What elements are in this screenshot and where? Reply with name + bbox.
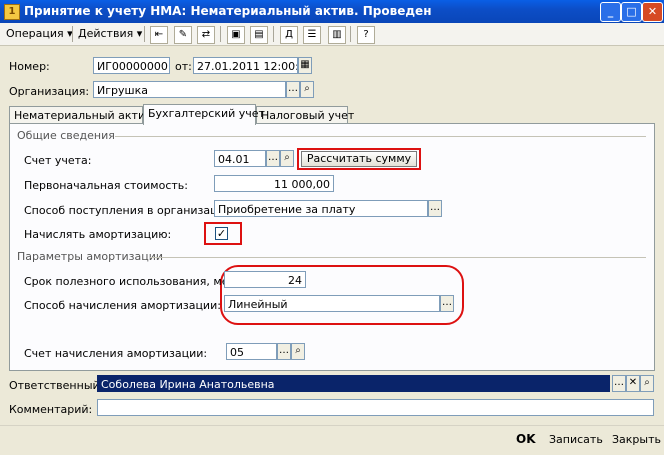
number-label: Номер: [9, 60, 50, 73]
useful-life-label: Срок полезного использования, мес.: [24, 275, 242, 288]
checkmark-icon: ✓ [216, 227, 227, 240]
close-button[interactable]: ✕ [642, 2, 663, 22]
number-field[interactable]: ИГ000000001 [93, 57, 170, 74]
receipt-method-field[interactable]: Приобретение за плату [214, 200, 428, 217]
table-icon[interactable]: ▥ [328, 26, 346, 44]
save-button[interactable]: Записать [549, 433, 603, 446]
open-magnifier-icon[interactable]: ⌕ [280, 150, 294, 167]
select-ellipsis-icon[interactable]: … [440, 295, 454, 312]
toolbar-separator [144, 26, 145, 42]
section-divider [150, 257, 646, 258]
org-field[interactable]: Игрушка [93, 81, 286, 98]
actions-menu[interactable]: Действия ▾ [78, 26, 142, 42]
debit-credit-icon[interactable]: Д [280, 26, 298, 44]
actions-menu-label: Действия [78, 27, 134, 40]
tab-tax[interactable]: Налоговый учет [256, 106, 354, 124]
toolbar: Операция ▾ Действия ▾ ⇤ ✎ ⇄ ▣ ▤ Д ☰ ▥ ? [0, 23, 664, 46]
toolbar-separator [273, 26, 274, 42]
open-magnifier-icon[interactable]: ⌕ [640, 375, 654, 392]
toolbar-separator [72, 26, 73, 42]
depreciation-method-field[interactable]: Линейный [224, 295, 440, 312]
tab-intangible-asset[interactable]: Нематериальный актив [9, 106, 152, 124]
document-icon[interactable]: ☰ [303, 26, 321, 44]
calculate-sum-button[interactable]: Рассчитать сумму [301, 151, 417, 167]
general-section-title: Общие сведения [17, 129, 115, 142]
minimize-button[interactable]: _ [600, 2, 621, 22]
useful-life-field[interactable]: 24 [224, 271, 306, 288]
select-ellipsis-icon[interactable]: … [277, 343, 291, 360]
post-icon[interactable]: ▣ [227, 26, 245, 44]
select-ellipsis-icon[interactable]: … [612, 375, 626, 392]
account-label: Счет учета: [24, 154, 92, 167]
maximize-button[interactable]: □ [621, 2, 642, 22]
initial-cost-label: Первоначальная стоимость: [24, 179, 188, 192]
dropdown-arrow-icon: ▾ [136, 27, 143, 40]
date-field[interactable]: 27.01.2011 12:00:01 [193, 57, 298, 74]
ok-button[interactable]: OK [516, 432, 536, 446]
edit-icon[interactable]: ✎ [174, 26, 192, 44]
amortization-section-title: Параметры амортизации [17, 250, 164, 263]
amortization-account-label: Счет начисления амортизации: [24, 347, 208, 360]
operation-menu[interactable]: Операция ▾ [6, 26, 73, 42]
comment-label: Комментарий: [9, 403, 93, 416]
close-form-button[interactable]: Закрыть [612, 433, 661, 446]
operation-menu-label: Операция [6, 27, 64, 40]
tab-accounting[interactable]: Бухгалтерский учет [143, 104, 265, 125]
select-ellipsis-icon[interactable]: … [286, 81, 300, 98]
app-icon: 1 [4, 4, 20, 20]
account-field[interactable]: 04.01 [214, 150, 266, 167]
calendar-icon[interactable]: ▦ [298, 57, 312, 74]
section-divider [115, 136, 646, 137]
back-arrow-icon[interactable]: ⇤ [150, 26, 168, 44]
select-ellipsis-icon[interactable]: … [266, 150, 280, 167]
select-ellipsis-icon[interactable]: … [428, 200, 442, 217]
open-magnifier-icon[interactable]: ⌕ [291, 343, 305, 360]
title-bar: 1 Принятие к учету НМА: Нематериальный а… [0, 0, 664, 23]
swap-icon[interactable]: ⇄ [197, 26, 215, 44]
date-label: от: [175, 60, 192, 73]
receipt-method-label: Способ поступления в организацию: [24, 204, 238, 217]
amortization-account-field[interactable]: 05 [226, 343, 277, 360]
initial-cost-field[interactable]: 11 000,00 [214, 175, 334, 192]
depreciate-label: Начислять амортизацию: [24, 228, 172, 241]
depreciation-method-label: Способ начисления амортизации: [24, 299, 221, 312]
org-label: Организация: [9, 85, 90, 98]
toolbar-separator [220, 26, 221, 42]
comment-field[interactable] [97, 399, 654, 416]
depreciate-checkbox[interactable]: ✓ [215, 227, 228, 240]
bottom-bar: OK Записать Закрыть [0, 425, 664, 455]
window-title: Принятие к учету НМА: Нематериальный акт… [24, 4, 432, 18]
open-magnifier-icon[interactable]: ⌕ [300, 81, 314, 98]
unpost-icon[interactable]: ▤ [250, 26, 268, 44]
toolbar-separator [350, 26, 351, 42]
responsible-label: Ответственный: [9, 379, 104, 392]
clear-icon[interactable]: ✕ [626, 375, 640, 392]
responsible-field[interactable]: Соболева Ирина Анатольевна [97, 375, 610, 392]
help-icon[interactable]: ? [357, 26, 375, 44]
